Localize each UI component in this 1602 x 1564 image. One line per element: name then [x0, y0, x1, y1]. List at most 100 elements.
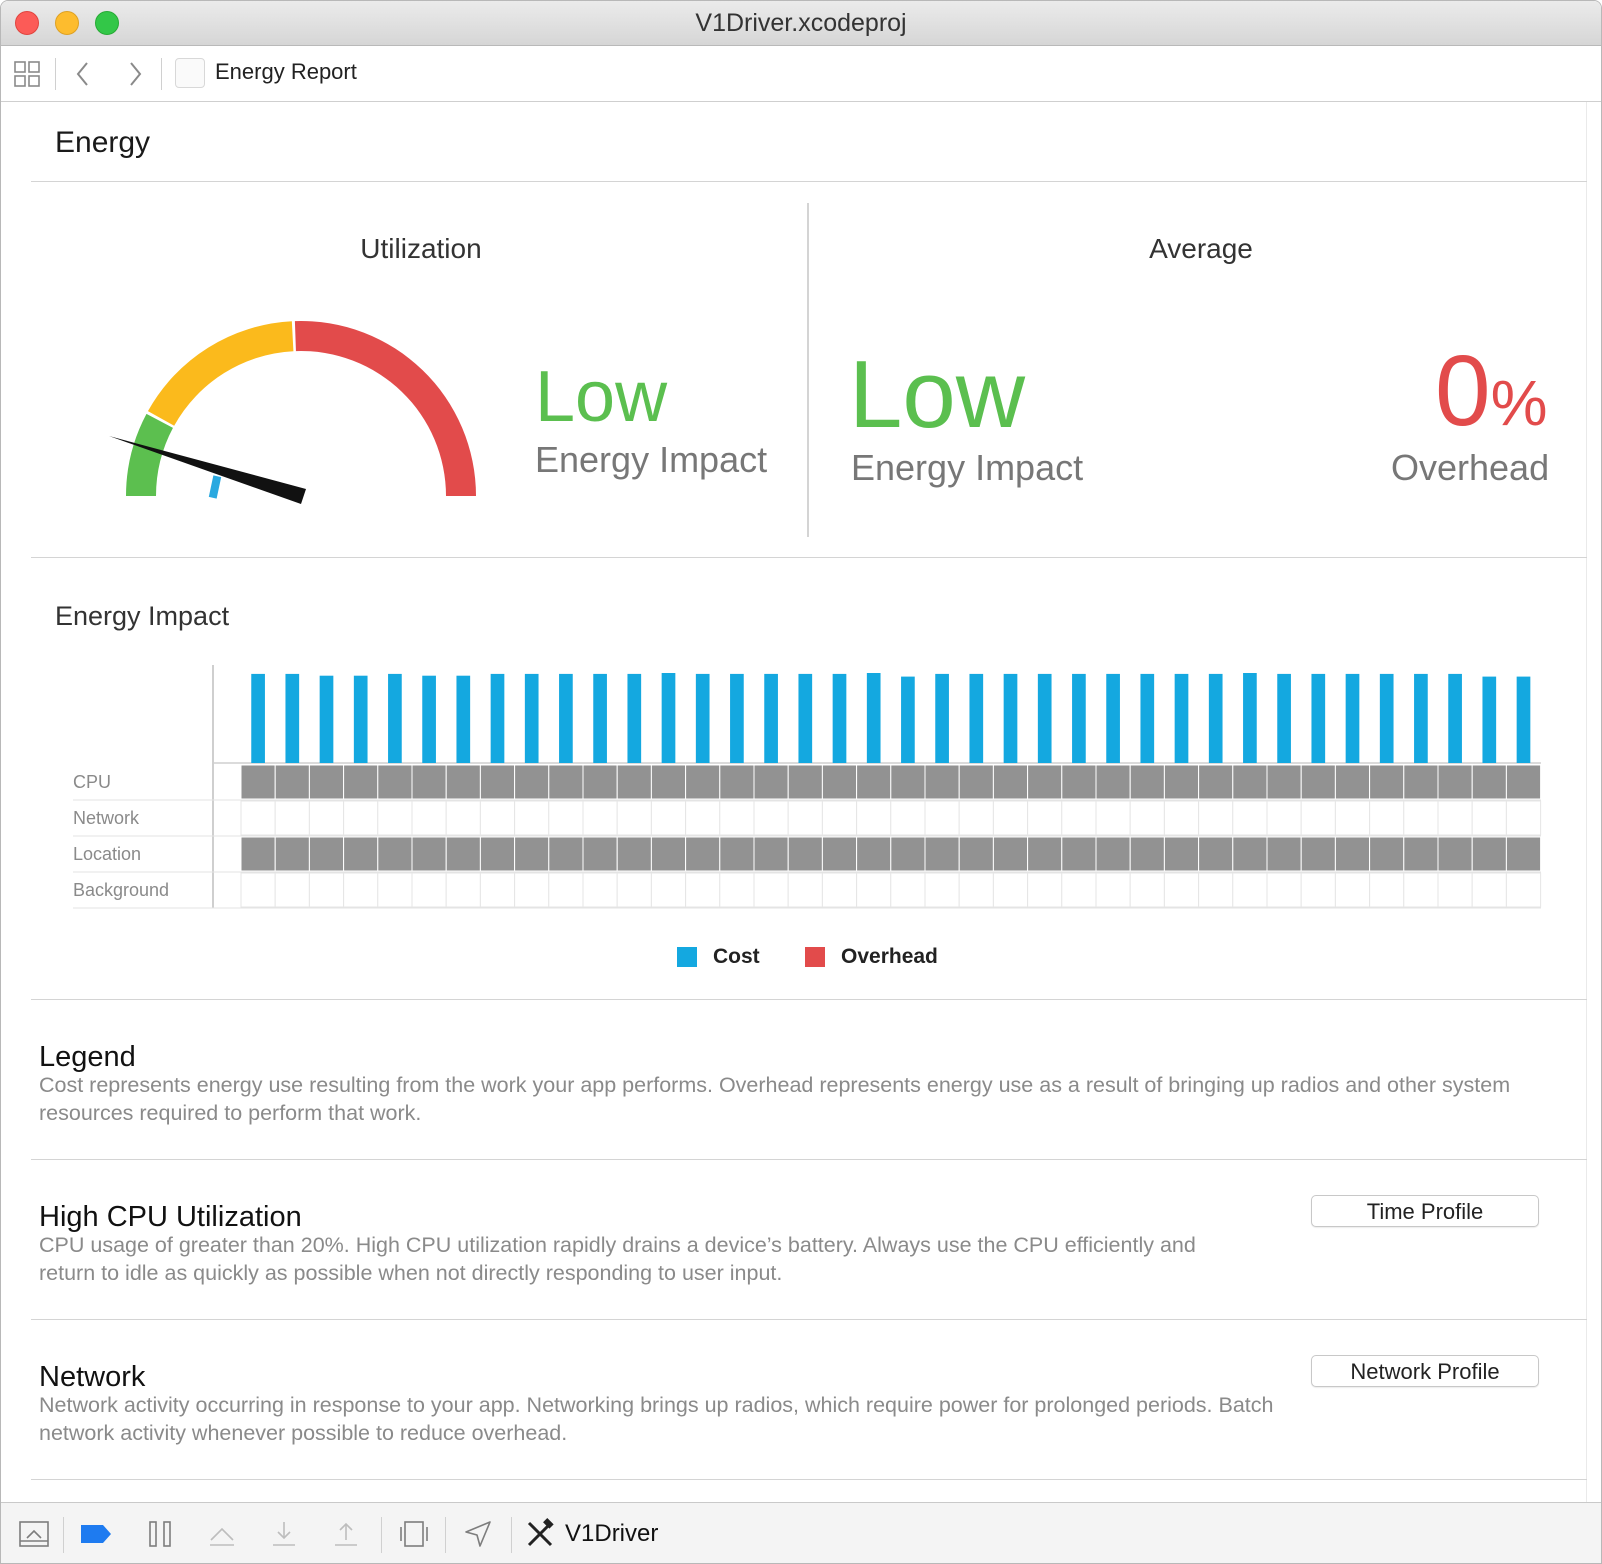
activity-cell — [1027, 800, 1063, 836]
cost-bar — [388, 673, 402, 763]
activity-cell — [821, 800, 858, 836]
cost-bar — [1379, 673, 1394, 763]
activity-cell-active — [1061, 764, 1097, 800]
cost-bar — [422, 675, 436, 763]
activity-cell — [890, 800, 926, 836]
activity-cell — [753, 800, 789, 836]
cost-bar — [901, 676, 915, 763]
activity-cell-active — [377, 764, 413, 800]
pause-icon[interactable] — [143, 1517, 177, 1551]
vertical-scrollbar[interactable] — [1586, 102, 1601, 1502]
simulate-location-icon[interactable] — [461, 1517, 495, 1551]
cost-bar — [1037, 673, 1052, 763]
activity-cell — [343, 800, 379, 836]
utilization-energy-impact-label: Energy Impact — [535, 439, 768, 480]
activity-cell-active — [1300, 836, 1336, 872]
breadcrumb-energy-report[interactable]: Energy Report — [215, 59, 357, 85]
activity-cell-active — [958, 836, 994, 872]
activity-cell — [1198, 800, 1234, 836]
activity-cell-active — [1266, 836, 1302, 872]
activity-cell-active — [514, 836, 550, 872]
activity-cell-active — [1334, 836, 1371, 872]
activity-cell — [1403, 872, 1439, 908]
activity-cell-active — [548, 764, 584, 800]
activity-cell-active — [1095, 836, 1131, 872]
cost-bar — [1414, 673, 1428, 763]
activity-cell-active — [821, 836, 858, 872]
activity-cell — [1369, 800, 1405, 836]
scheme-name[interactable]: V1Driver — [565, 1520, 658, 1548]
activity-cell — [1232, 872, 1268, 908]
network-profile-button[interactable]: Network Profile — [1311, 1355, 1539, 1387]
activity-cell-active — [1266, 764, 1302, 800]
overhead-value: 0% — [1435, 341, 1548, 441]
activity-cell — [548, 800, 584, 836]
jump-bar: Energy Report — [1, 46, 1601, 102]
activity-cell-active — [1027, 764, 1063, 800]
cost-bar — [1106, 673, 1120, 763]
breakpoints-icon[interactable] — [79, 1517, 113, 1551]
activity-cell-active — [479, 764, 516, 800]
activity-cell-active — [650, 836, 687, 872]
energy-section-title: Energy — [55, 126, 151, 159]
step-over-icon[interactable] — [205, 1517, 239, 1551]
activity-cell-active — [274, 836, 310, 872]
activity-cell — [582, 872, 618, 908]
cost-bar — [935, 673, 949, 763]
activity-cell — [856, 800, 892, 836]
activity-cell-active — [1471, 836, 1507, 872]
divider — [31, 1159, 1587, 1160]
activity-cell-active — [1129, 764, 1165, 800]
debug-divider — [381, 1517, 382, 1553]
activity-cell — [1095, 872, 1131, 908]
step-out-icon[interactable] — [329, 1517, 363, 1551]
activity-cell-active — [992, 764, 1029, 800]
gauge-cost-tick — [208, 475, 222, 499]
activity-cell-active — [856, 764, 892, 800]
utilization-title: Utilization — [360, 233, 482, 264]
divider — [31, 1319, 1587, 1320]
overhead-number: 0 — [1435, 335, 1491, 447]
activity-cell — [1198, 872, 1234, 908]
activity-cell-active — [343, 836, 379, 872]
activity-cell-active — [1403, 764, 1439, 800]
activity-cell-active — [856, 836, 892, 872]
forward-chevron-icon[interactable] — [121, 60, 149, 88]
activity-cell — [445, 872, 481, 908]
activity-cell-active — [1198, 764, 1234, 800]
activity-cell-active — [445, 764, 481, 800]
step-into-icon[interactable] — [267, 1517, 301, 1551]
activity-cell — [1061, 872, 1097, 908]
activity-cell-active — [924, 836, 960, 872]
activity-cell — [1163, 872, 1200, 908]
utilization-level: Low — [535, 357, 668, 437]
activity-cell-active — [1505, 836, 1542, 872]
back-chevron-icon[interactable] — [69, 60, 97, 88]
activity-cell — [719, 800, 755, 836]
energy-impact-chart: CPU Network Location Background — [73, 665, 1542, 909]
row-label-location: Location — [73, 844, 141, 864]
cost-bar — [285, 673, 300, 763]
activity-cell — [890, 872, 926, 908]
row-label-background: Background — [73, 880, 169, 900]
activity-cell — [719, 872, 755, 908]
network-title: Network — [39, 1361, 146, 1393]
chart-title: Energy Impact — [55, 601, 230, 631]
related-items-icon[interactable] — [13, 60, 41, 88]
activity-cell-active — [1300, 764, 1336, 800]
activity-cell — [1095, 800, 1131, 836]
cost-bar — [1345, 673, 1360, 763]
time-profile-button[interactable]: Time Profile — [1311, 1195, 1539, 1227]
cost-bar — [1072, 673, 1086, 763]
view-debugger-icon[interactable] — [397, 1517, 431, 1551]
activity-cell-active — [1369, 764, 1405, 800]
debug-bar: V1Driver — [1, 1502, 1601, 1563]
activity-cell — [1027, 872, 1063, 908]
activity-cell — [1334, 800, 1371, 836]
activity-cell — [240, 800, 276, 836]
activity-cell — [1437, 800, 1473, 836]
average-energy-impact-label: Energy Impact — [851, 447, 1084, 488]
network-description: Network activity occurring in response t… — [39, 1393, 1274, 1445]
activity-cell-active — [1129, 836, 1165, 872]
hide-debug-area-icon[interactable] — [17, 1517, 51, 1551]
